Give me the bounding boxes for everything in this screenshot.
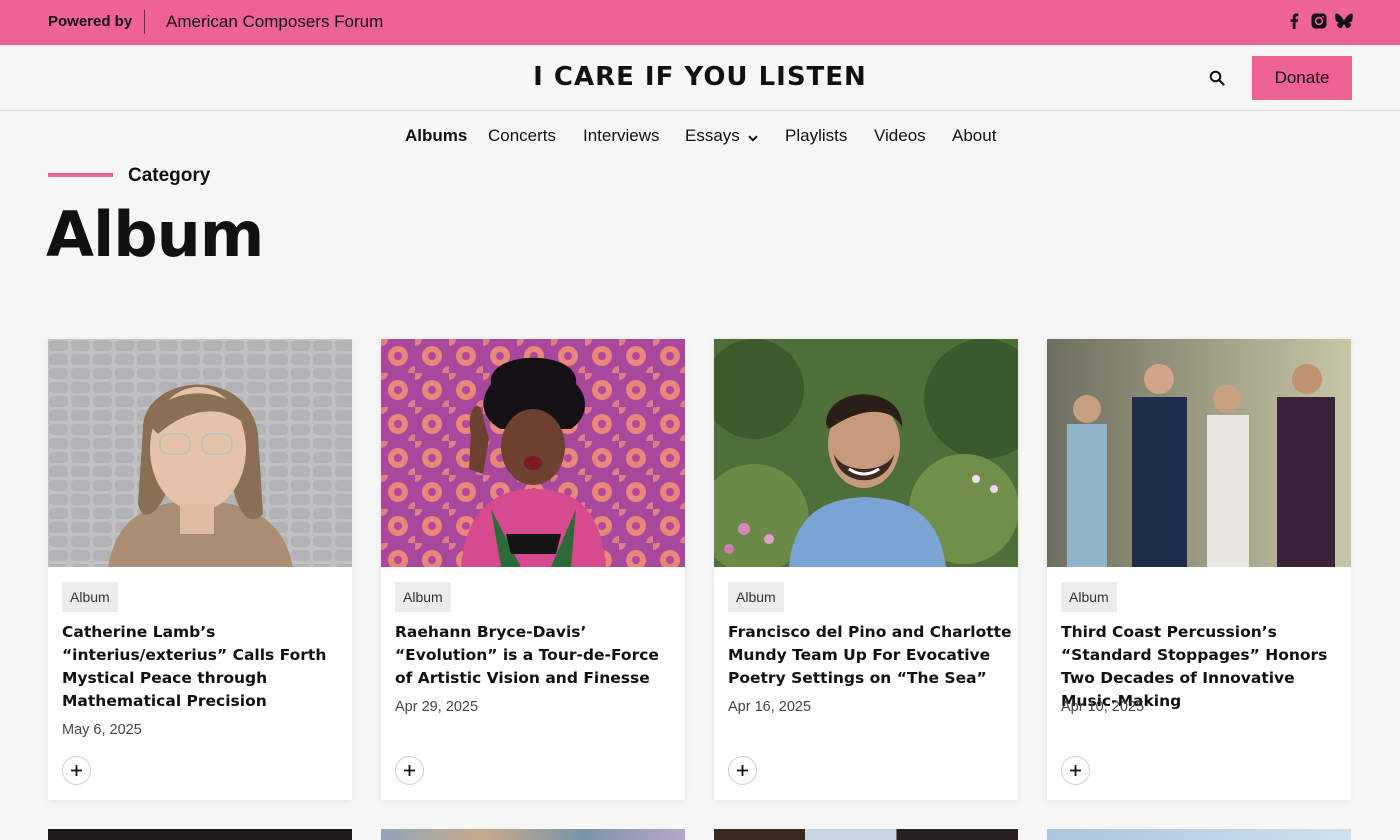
forum-link[interactable]: American Composers Forum (166, 12, 383, 32)
article-card[interactable]: Album Third Coast Percussion’s “Standard… (1047, 339, 1351, 800)
article-image[interactable] (1047, 339, 1351, 567)
category-tag[interactable]: Album (728, 582, 784, 612)
category-tag[interactable]: Album (62, 582, 118, 612)
nav-item-interviews[interactable]: Interviews (583, 126, 660, 146)
article-date: Apr 10, 2025 (1061, 699, 1145, 715)
article-image[interactable] (714, 339, 1018, 567)
article-card[interactable]: Album Francisco del Pino and Charlotte M… (714, 339, 1018, 800)
nav-item-videos[interactable]: Videos (874, 126, 926, 146)
category-label: Category (128, 165, 211, 186)
nav-item-albums[interactable]: Albums (405, 126, 467, 146)
article-date: Apr 29, 2025 (395, 699, 479, 715)
nav-item-concerts[interactable]: Concerts (488, 126, 556, 146)
category-accent-line (48, 173, 113, 177)
page-title: Album (46, 198, 264, 271)
topbar-divider (144, 10, 145, 34)
instagram-icon[interactable] (1310, 12, 1328, 30)
nav-item-about[interactable]: About (952, 126, 996, 146)
article-card[interactable]: Album Raehann Bryce-Davis’ “Evolution” i… (381, 339, 685, 800)
next-card-image[interactable] (381, 829, 685, 840)
search-icon[interactable] (1206, 67, 1228, 89)
site-header: I CARE IF YOU LISTEN Donate (0, 45, 1400, 111)
article-date: May 6, 2025 (62, 722, 142, 738)
nav-item-playlists[interactable]: Playlists (785, 126, 847, 146)
next-card-image[interactable] (48, 829, 352, 840)
facebook-icon[interactable] (1285, 12, 1303, 30)
nav-item-essays-label: Essays (685, 126, 740, 145)
article-image[interactable] (48, 339, 352, 567)
category-tag[interactable]: Album (395, 582, 451, 612)
chevron-down-icon (748, 127, 758, 147)
next-card-image[interactable] (1047, 829, 1351, 840)
plus-icon[interactable] (728, 756, 757, 785)
site-title[interactable]: I CARE IF YOU LISTEN (0, 62, 1400, 92)
next-card-image[interactable] (714, 829, 1018, 840)
powered-by-label: Powered by (48, 13, 133, 30)
top-bar: Powered by American Composers Forum (0, 0, 1400, 45)
plus-icon[interactable] (62, 756, 91, 785)
article-date: Apr 16, 2025 (728, 699, 812, 715)
article-card[interactable]: Album Catherine Lamb’s “interius/exteriu… (48, 339, 352, 800)
donate-button[interactable]: Donate (1252, 56, 1352, 100)
category-tag[interactable]: Album (1061, 582, 1117, 612)
article-title[interactable]: Francisco del Pino and Charlotte Mundy T… (728, 621, 1012, 690)
article-title[interactable]: Raehann Bryce-Davis’ “Evolution” is a To… (395, 621, 679, 690)
plus-icon[interactable] (1061, 756, 1090, 785)
nav-item-essays[interactable]: Essays (685, 126, 758, 147)
main-nav: Albums Concerts Interviews Essays Playli… (0, 126, 1400, 148)
article-image[interactable] (381, 339, 685, 567)
bluesky-icon[interactable] (1335, 12, 1353, 30)
plus-icon[interactable] (395, 756, 424, 785)
article-title[interactable]: Catherine Lamb’s “interius/exterius” Cal… (62, 621, 346, 713)
